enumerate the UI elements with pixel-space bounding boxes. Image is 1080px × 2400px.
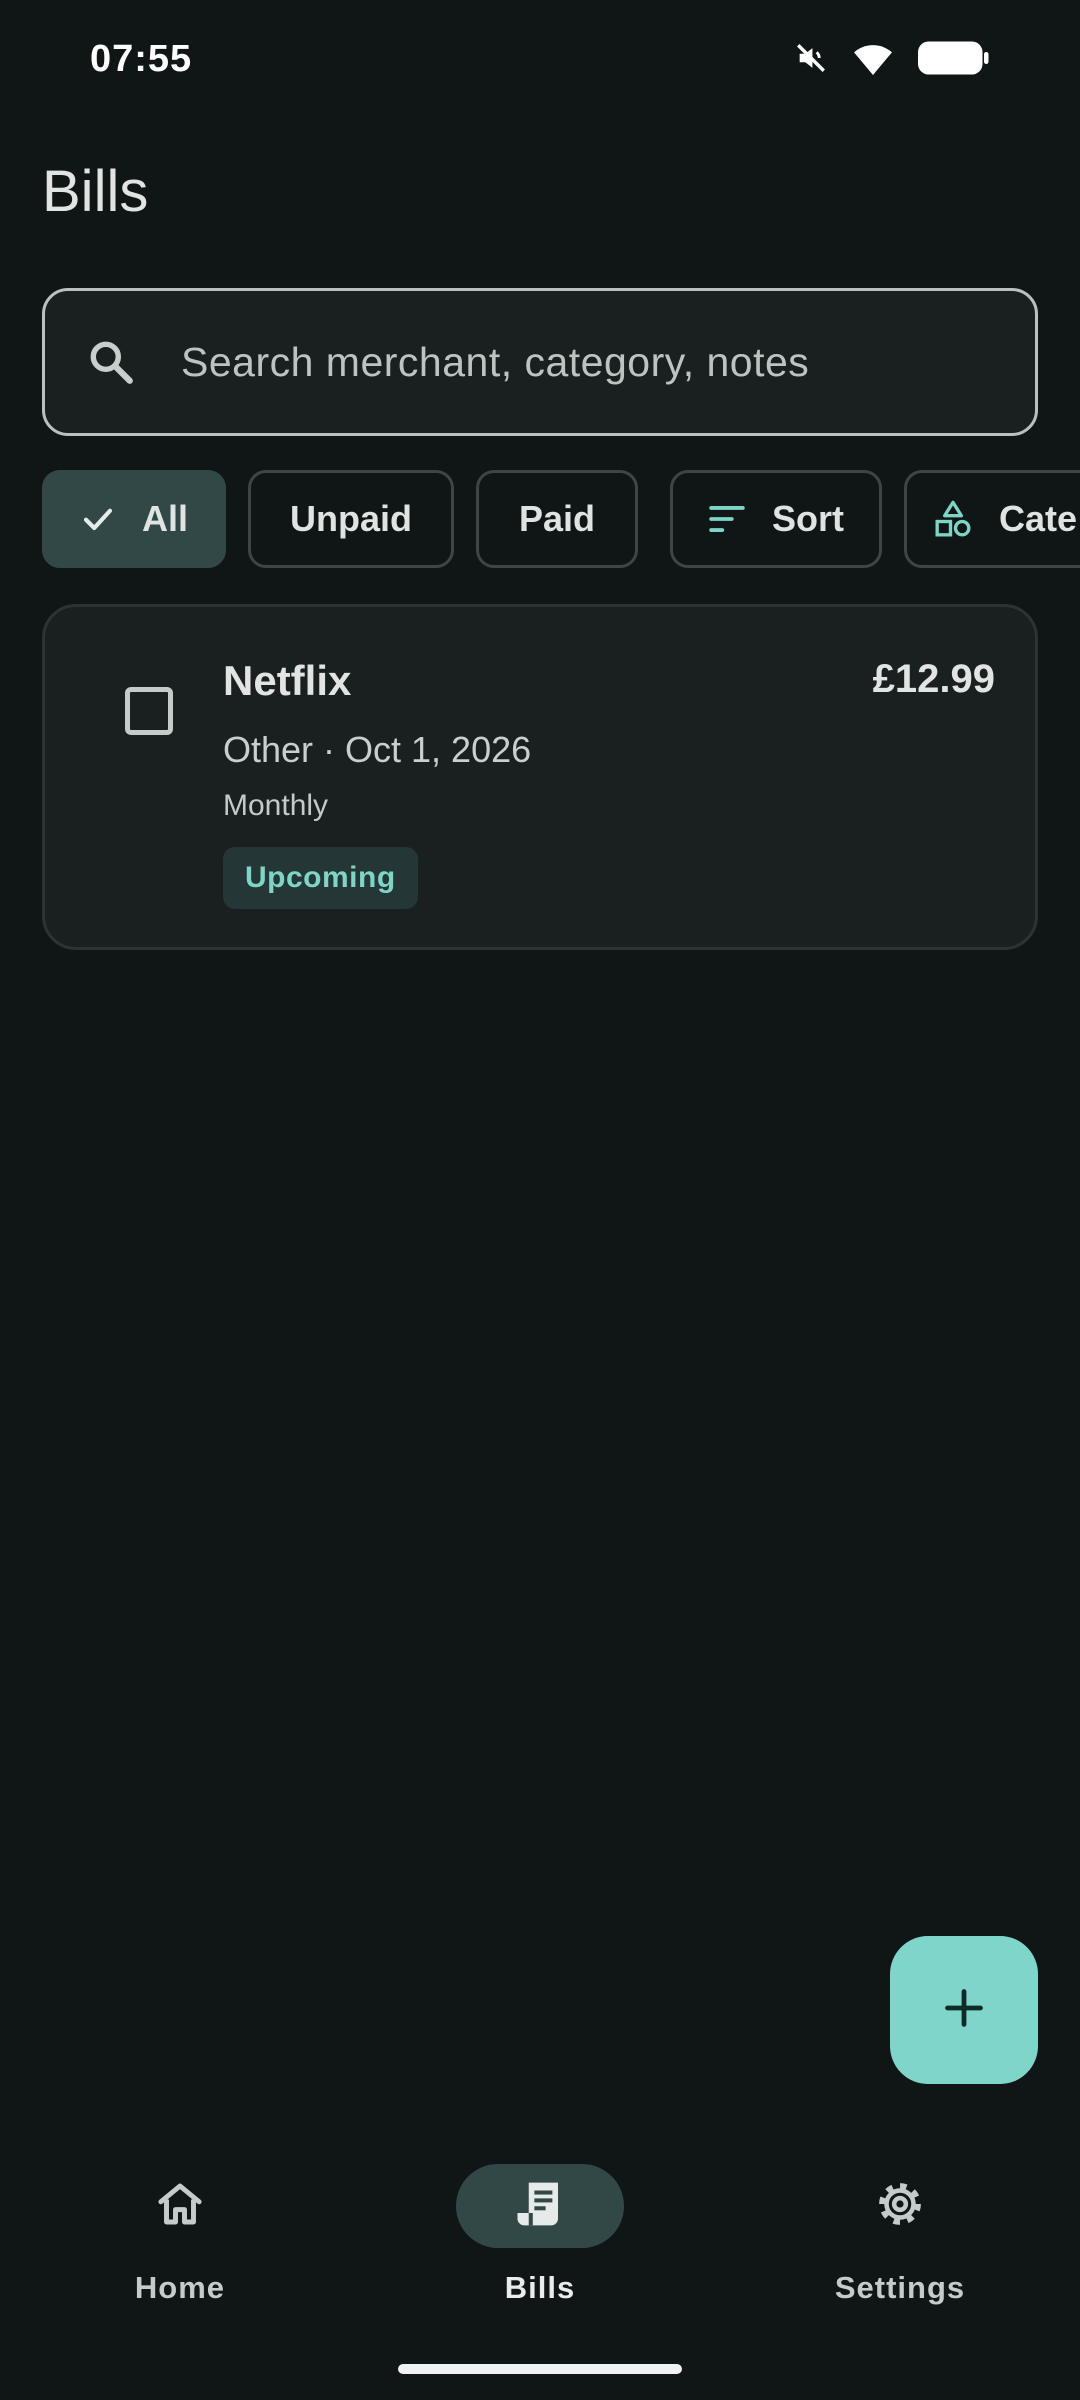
nav-item-home[interactable]: Home xyxy=(30,2164,330,2324)
plus-icon xyxy=(942,1986,986,2035)
bills-screen: 07:55 Bills Search merchant, category, n… xyxy=(0,0,1080,2400)
receipt-icon xyxy=(513,2177,567,2236)
chip-label: Sort xyxy=(772,498,844,539)
nav-item-bills[interactable]: Bills xyxy=(390,2164,690,2324)
bill-meta: Other · Oct 1, 2026 xyxy=(223,729,532,770)
nav-label: Settings xyxy=(834,2270,966,2305)
status-bar: 07:55 xyxy=(0,0,1080,120)
nav-label: Bills xyxy=(504,2270,576,2305)
home-icon xyxy=(153,2177,207,2236)
nav-indicator xyxy=(816,2164,984,2248)
check-icon xyxy=(80,501,116,537)
search-input[interactable]: Search merchant, category, notes xyxy=(42,288,1038,436)
paid-checkbox[interactable] xyxy=(125,687,173,735)
gear-icon xyxy=(873,2177,927,2236)
wifi-icon xyxy=(850,40,896,76)
add-bill-button[interactable] xyxy=(890,1936,1038,2084)
status-icons xyxy=(794,40,990,76)
battery-icon xyxy=(918,40,990,76)
bill-card[interactable]: Netflix £12.99 Other · Oct 1, 2026 Month… xyxy=(42,604,1038,950)
nav-label: Home xyxy=(134,2270,226,2305)
mute-icon xyxy=(794,41,828,75)
search-placeholder: Search merchant, category, notes xyxy=(181,338,810,385)
page-title: Bills xyxy=(42,159,149,224)
chip-all[interactable]: All xyxy=(42,470,226,568)
bill-amount: £12.99 xyxy=(872,657,995,701)
status-time: 07:55 xyxy=(90,38,193,80)
nav-indicator xyxy=(96,2164,264,2248)
filter-chips: All Unpaid Paid Sort Cate xyxy=(42,470,1080,570)
sort-icon xyxy=(708,504,746,534)
category-shapes-icon xyxy=(933,499,973,539)
chip-sort[interactable]: Sort xyxy=(670,470,882,568)
chip-label: All xyxy=(141,498,188,539)
nav-indicator xyxy=(456,2164,624,2248)
chip-category[interactable]: Cate xyxy=(904,470,1080,568)
chip-label: Paid xyxy=(518,498,596,539)
search-icon xyxy=(81,332,141,392)
chip-paid[interactable]: Paid xyxy=(476,470,638,568)
nav-item-settings[interactable]: Settings xyxy=(750,2164,1050,2324)
bill-merchant: Netflix xyxy=(223,657,352,704)
chip-label: Unpaid xyxy=(290,498,412,539)
bottom-navigation: Home Bills Settings xyxy=(0,2130,1080,2400)
chip-label: Cate xyxy=(999,498,1078,539)
bill-frequency: Monthly xyxy=(223,789,329,822)
gesture-handle[interactable] xyxy=(398,2364,682,2374)
status-badge: Upcoming xyxy=(223,847,418,909)
chip-unpaid[interactable]: Unpaid xyxy=(248,470,454,568)
